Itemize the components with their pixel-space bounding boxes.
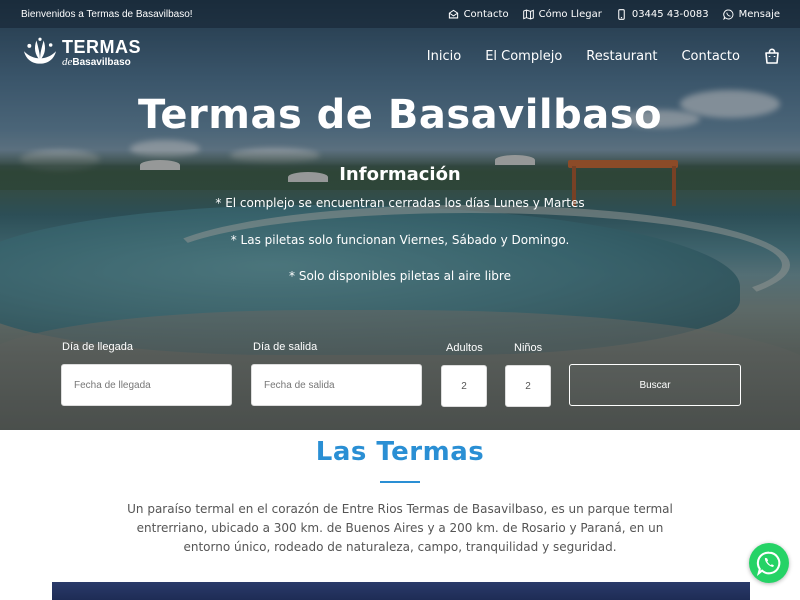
top-link-label: Mensaje (738, 8, 780, 20)
top-link-phone[interactable]: 03445 43-0083 (616, 9, 709, 20)
nav-item-el-complejo[interactable]: El Complejo (485, 49, 562, 64)
departure-label: Día de salida (253, 341, 318, 353)
next-section-image (52, 582, 750, 600)
whatsapp-icon (722, 9, 734, 20)
adults-input[interactable]: 2 (441, 365, 487, 407)
info-line: * El complejo se encuentran cerradas los… (215, 196, 585, 210)
top-bar: Bienvenidos a Termas de Basavilbaso! Con… (0, 0, 800, 28)
top-links: Contacto Cómo Llegar 03445 43-0083 Mensa… (448, 9, 780, 20)
top-link-mensaje[interactable]: Mensaje (722, 8, 780, 20)
adults-label: Adultos (446, 342, 483, 354)
welcome-text: Bienvenidos a Termas de Basavilbaso! (21, 8, 193, 20)
logo-wordmark: TERMAS deBasavilbaso (62, 38, 141, 68)
top-link-como-llegar[interactable]: Cómo Llegar (522, 8, 602, 20)
logo-line1: TERMAS (62, 37, 141, 57)
top-link-label: 03445 43-0083 (631, 8, 709, 20)
children-label: Niños (514, 342, 543, 354)
info-line: * Solo disponibles piletas al aire libre (289, 269, 511, 283)
whatsapp-float-button[interactable] (749, 543, 789, 583)
top-link-contacto[interactable]: Contacto (448, 9, 509, 20)
logo-splash-icon (24, 37, 56, 64)
intro-paragraph: Un paraíso termal en el corazón de Entre… (127, 502, 673, 554)
info-line: * Las piletas solo funcionan Viernes, Sá… (230, 233, 570, 247)
main-nav: Inicio El Complejo Restaurant Contacto (427, 48, 780, 64)
map-icon (522, 9, 534, 19)
arrival-label: Día de llegada (62, 341, 133, 353)
search-button[interactable]: Buscar (569, 364, 741, 406)
hero-title: Termas de Basavilbaso (137, 92, 663, 138)
top-link-label: Contacto (463, 8, 509, 20)
phone-icon (618, 8, 625, 20)
title-underline (380, 481, 420, 483)
top-link-label: Cómo Llegar (538, 8, 602, 20)
envelope-icon (448, 9, 458, 18)
whatsapp-icon (756, 551, 781, 576)
nav-item-inicio[interactable]: Inicio (427, 49, 461, 64)
logo-line2: deBasavilbaso (62, 56, 131, 68)
site-logo[interactable]: TERMAS deBasavilbaso (22, 36, 142, 70)
info-title: Información (339, 164, 461, 185)
arrival-date-input[interactable]: Fecha de llegada (61, 364, 232, 406)
section-title: Las Termas (315, 437, 485, 467)
children-input[interactable]: 2 (505, 365, 551, 407)
shopping-bag-icon[interactable] (764, 48, 780, 64)
nav-item-restaurant[interactable]: Restaurant (586, 49, 657, 64)
nav-item-contacto[interactable]: Contacto (681, 49, 740, 64)
departure-date-input[interactable]: Fecha de salida (251, 364, 422, 406)
